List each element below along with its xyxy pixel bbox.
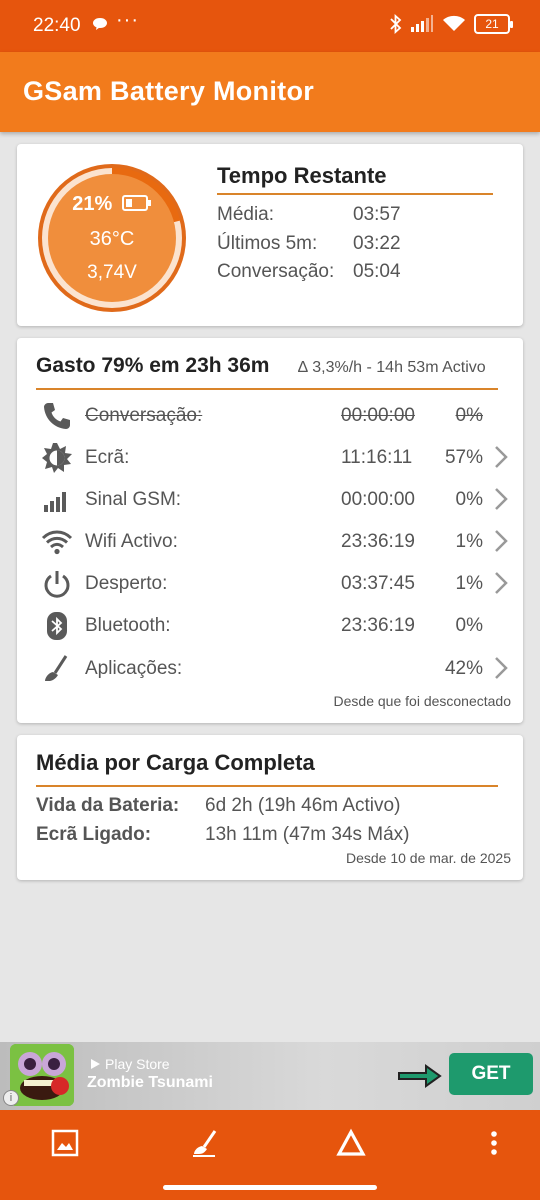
usage-percent: 0% [455,489,483,510]
usage-row-call[interactable]: Conversação: 00:00:00 0% [17,396,523,436]
battery-life-value: 6d 2h (19h 46m Activo) [205,795,401,816]
phone-icon [44,403,70,429]
battery-card[interactable]: 21% 36°C 3,74V Tempo Restante Média: 03:… [17,144,523,326]
ad-store-text: Play Store [105,1056,170,1072]
usage-percent: 0% [455,615,483,636]
usage-label: Wifi Activo: [85,531,178,552]
signal-bars-icon [44,492,66,512]
usage-percent: 42% [444,658,483,679]
usage-row-apps[interactable]: Aplicações: 42% [17,649,523,689]
screen-brightness-icon [42,443,72,473]
wifi-icon [41,530,73,555]
title-divider [36,388,498,390]
chevron-right-icon[interactable] [493,486,509,512]
usage-percent: 1% [455,573,483,594]
usage-percent: 0% [455,405,483,426]
bottom-action-bar [0,1110,540,1176]
battery-percent-row: 21% [37,193,187,216]
get-button[interactable]: GET [449,1053,533,1095]
usage-time: 03:37:45 [341,573,415,594]
usage-row-screen[interactable]: Ecrã: 11:16:11 57% [17,438,523,478]
usage-label: Sinal GSM: [85,489,182,510]
remaining-talk-value: 05:04 [353,261,401,282]
usage-row-gsm[interactable]: Sinal GSM: 00:00:00 0% [17,480,523,520]
image-icon[interactable] [49,1127,81,1159]
usage-subtitle: ∆ 3,3%/h - 14h 53m Activo [298,359,486,376]
title-divider [217,193,493,195]
usage-label: Bluetooth: [85,615,171,636]
ad-store-label: Play Store [90,1056,170,1072]
battery-temperature: 36°C [89,228,135,250]
remaining-average-label: Média: [217,204,275,225]
usage-row-wifi[interactable]: Wifi Activo: 23:36:19 1% [17,522,523,562]
average-footer: Desde 10 de mar. de 2025 [345,850,511,866]
home-gesture-handle[interactable] [163,1185,377,1190]
usage-label: Ecrã: [85,447,130,468]
remaining-talk-label: Conversação: [217,261,335,282]
chevron-right-icon[interactable] [493,570,509,596]
arrow-right-icon [398,1064,442,1088]
remaining-last5m-value: 03:22 [353,233,401,254]
status-bar: 22:40 ··· 21 [0,0,540,52]
usage-row-awake[interactable]: Desperto: 03:37:45 1% [17,564,523,604]
ad-app-name: Zombie Tsunami [87,1074,213,1091]
average-card: Média por Carga Completa Vida da Bateria… [17,735,523,880]
usage-label: Desperto: [85,573,168,594]
battery-percent: 21% [72,193,113,215]
overflow-menu-icon[interactable] [478,1127,510,1159]
usage-time: 00:00:00 [341,405,415,426]
usage-percent: 57% [444,447,483,468]
usage-time: 00:00:00 [341,489,415,510]
chevron-right-icon[interactable] [493,655,509,681]
screen-on-value: 13h 11m (47m 34s Máx) [205,824,410,845]
remaining-average-value: 03:57 [353,204,401,225]
usage-footer: Desde que foi desconectado [333,693,511,709]
wifi-status-icon [443,15,465,31]
ad-info-icon[interactable]: i [3,1090,19,1106]
battery-icon [121,195,151,211]
battery-voltage: 3,74V [87,262,137,283]
more-notifications-icon: ··· [116,9,139,31]
bluetooth-status-icon [390,14,402,34]
app-usage-icon[interactable] [190,1127,222,1159]
delta-icon[interactable] [335,1127,367,1159]
battery-status-icon: 21 [474,14,513,34]
usage-time: 11:16:11 [341,447,413,468]
remaining-last5m-label: Últimos 5m: [217,233,318,254]
power-icon [44,571,70,598]
chevron-right-icon[interactable] [493,528,509,554]
usage-row-bluetooth[interactable]: Bluetooth: 23:36:19 0% [17,606,523,646]
usage-card: Gasto 79% em 23h 36m ∆ 3,3%/h - 14h 53m … [17,338,523,723]
zombie-app-icon [10,1044,74,1106]
usage-time: 23:36:19 [341,531,415,552]
app-thumbnail[interactable] [10,1044,74,1106]
app-title: GSam Battery Monitor [23,76,315,106]
remaining-time-title: Tempo Restante [217,163,387,188]
usage-time: 23:36:19 [341,615,415,636]
system-nav-bar [0,1176,540,1200]
average-title: Média por Carga Completa [36,750,315,775]
bluetooth-icon [47,612,67,640]
play-store-icon [91,1059,100,1069]
title-divider [36,785,498,787]
status-time: 22:40 [33,15,81,36]
apps-sweep-icon [45,655,68,681]
screen-on-label: Ecrã Ligado: [36,824,152,845]
chat-notification-icon [93,18,107,30]
usage-label: Aplicações: [85,658,183,679]
app-bar: GSam Battery Monitor [0,52,540,132]
gauge-readout: 21% 36°C 3,74V [37,163,187,313]
chevron-right-icon[interactable] [493,444,509,470]
battery-life-label: Vida da Bateria: [36,795,180,816]
usage-percent: 1% [455,531,483,552]
usage-title: Gasto 79% em 23h 36m [36,354,270,377]
ad-banner[interactable]: i Play Store Zombie Tsunami GET [0,1042,540,1110]
usage-label: Conversação: [85,405,203,426]
cellular-signal-icon [411,15,433,32]
